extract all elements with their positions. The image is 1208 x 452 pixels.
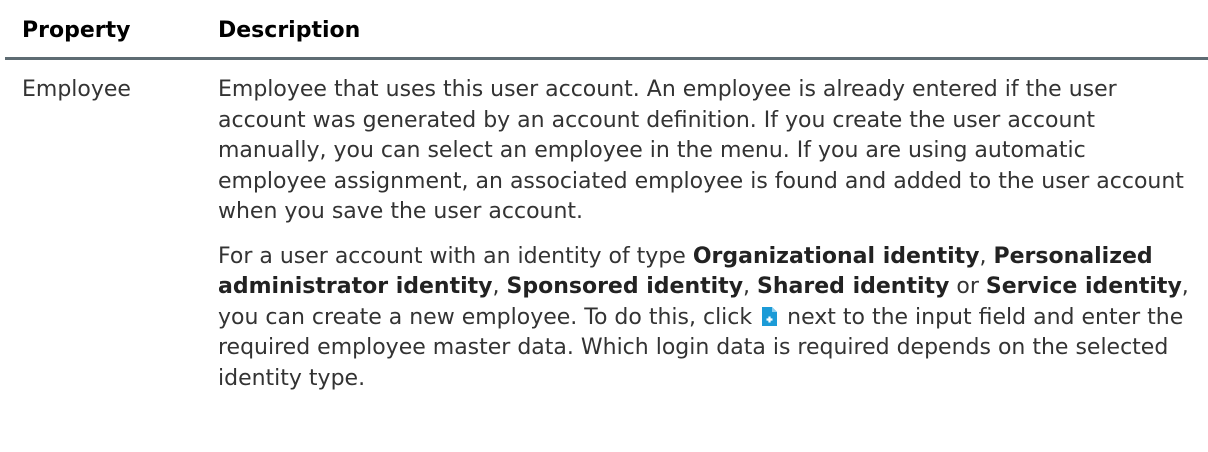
table-header: Property Description [5, 0, 1208, 60]
identity-type-sponsored: Sponsored identity [506, 274, 744, 299]
identity-type-shared: Shared identity [757, 274, 950, 299]
new-document-plus-icon [761, 306, 778, 327]
text-segment: or [949, 274, 986, 299]
identity-type-organizational: Organizational identity [692, 243, 980, 269]
property-table: Property Description Employee Employee t… [5, 0, 1208, 408]
header-description: Description [218, 18, 361, 43]
property-name: Employee [22, 77, 131, 102]
text-segment: , [492, 274, 507, 299]
header-property: Property [22, 18, 131, 43]
property-description: Employee that uses this user account. An… [202, 75, 1192, 408]
text-segment: , [979, 243, 994, 269]
identity-type-service: Service identity [985, 274, 1182, 299]
description-paragraph-1: Employee that uses this user account. An… [218, 77, 1184, 224]
description-paragraph-2: For a user account with an identity of t… [218, 242, 1192, 395]
text-segment: , [743, 274, 758, 299]
table-row: Employee Employee that uses this user ac… [5, 60, 1208, 408]
text-segment: For a user account with an identity of t… [218, 243, 693, 269]
